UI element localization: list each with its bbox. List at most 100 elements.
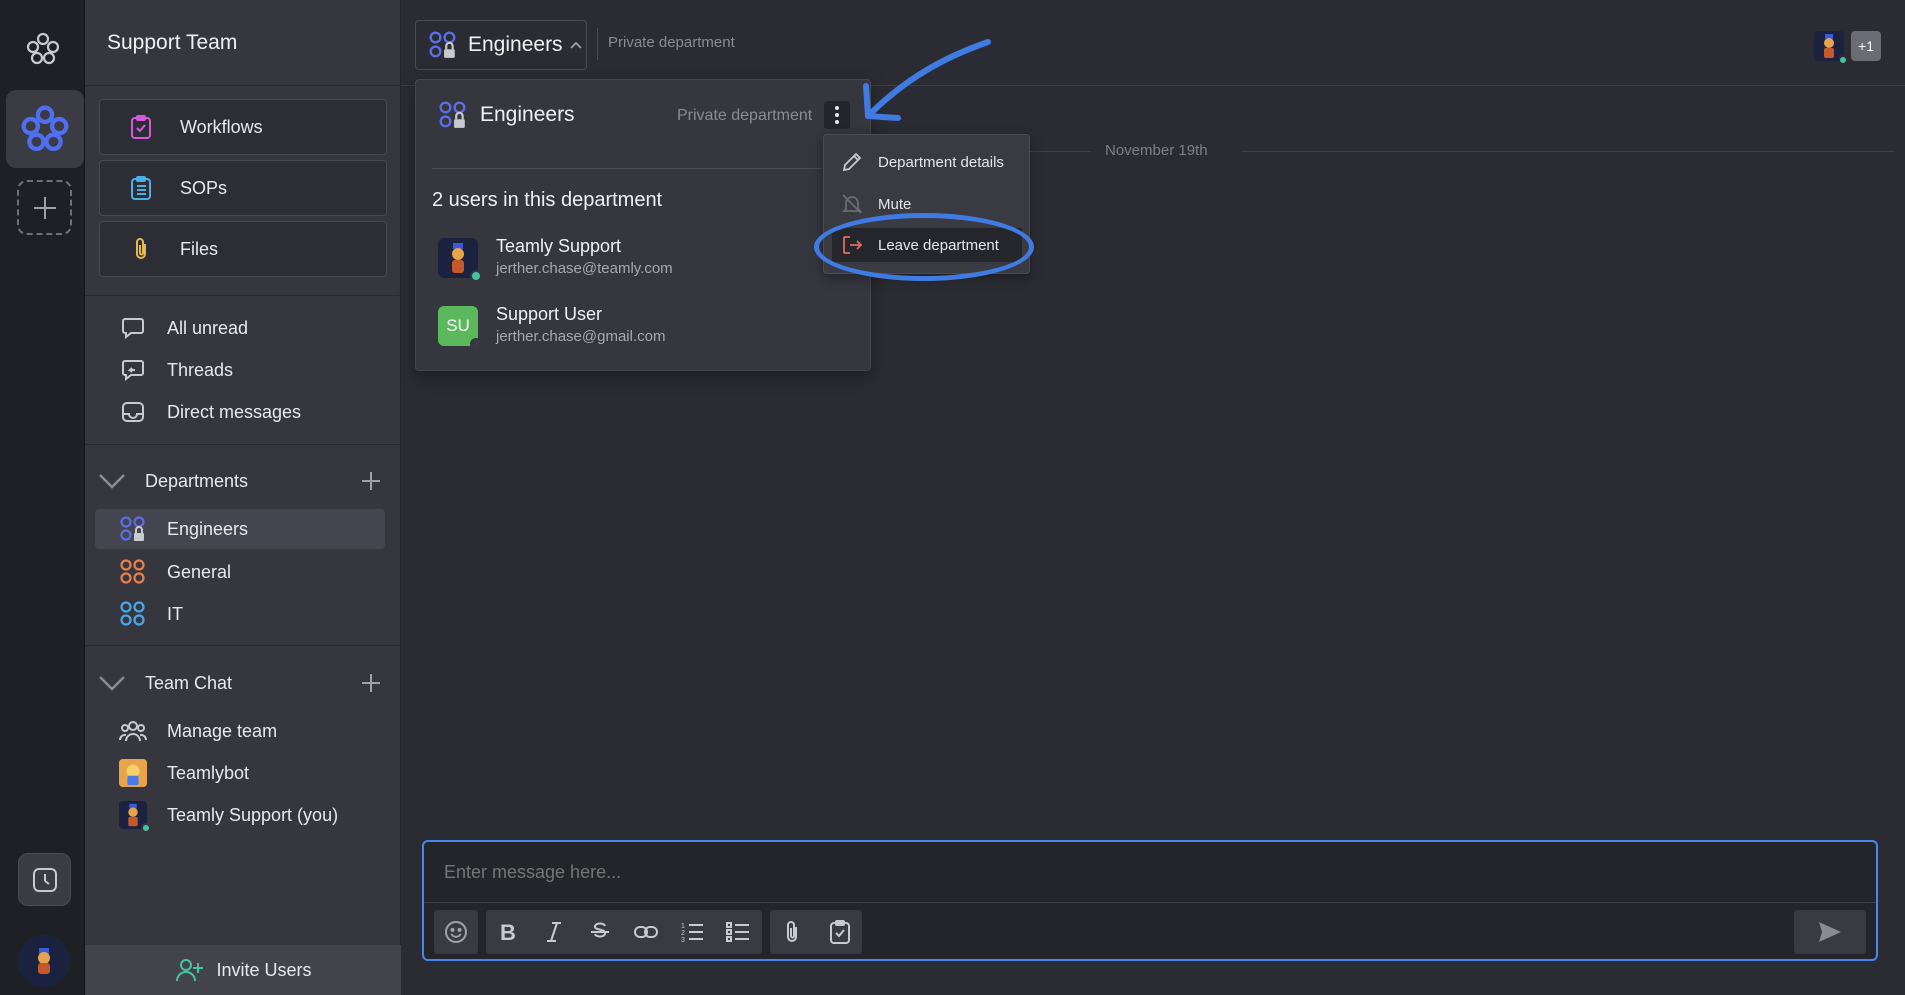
add-department-icon[interactable] xyxy=(359,469,383,493)
ordered-list-button[interactable]: 123 xyxy=(670,910,714,954)
department-info-popup: Engineers Private department 2 users in … xyxy=(415,79,871,371)
link-button[interactable] xyxy=(624,910,668,954)
strikethrough-button[interactable] xyxy=(578,910,622,954)
svg-text:2: 2 xyxy=(681,930,685,937)
team-chat-section-header[interactable]: Team Chat xyxy=(97,663,387,703)
nav-all-unread[interactable]: All unread xyxy=(95,308,385,348)
departments-title: Departments xyxy=(145,470,249,491)
nav-teamly-support-you[interactable]: Teamly Support (you) xyxy=(95,795,385,835)
user-avatar[interactable] xyxy=(18,935,70,987)
files-label: Files xyxy=(180,238,219,259)
strikethrough-icon xyxy=(591,922,609,938)
online-status-dot xyxy=(470,270,482,282)
chevron-up-icon xyxy=(569,41,582,49)
chevron-down-icon[interactable] xyxy=(97,466,127,496)
member-email: jerther.chase@gmail.com xyxy=(496,328,666,345)
bold-button[interactable]: B xyxy=(486,910,530,954)
teamly-logo-icon[interactable] xyxy=(24,30,62,68)
chat-bubble-icon xyxy=(119,314,147,342)
date-divider-line xyxy=(1241,151,1895,152)
nav-direct-messages[interactable]: Direct messages xyxy=(95,392,385,432)
annotation-arrow-icon xyxy=(863,39,991,121)
paperclip-icon xyxy=(787,921,797,942)
message-composer: B 123 xyxy=(422,840,1878,961)
nav-threads[interactable]: Threads xyxy=(95,350,385,390)
member-count: 2 users in this department xyxy=(432,189,663,211)
department-lock-icon xyxy=(429,31,456,58)
nav-teamlybot-label: Teamlybot xyxy=(167,762,250,783)
svg-text:3: 3 xyxy=(681,937,685,943)
team-icon xyxy=(119,717,147,745)
more-options-icon[interactable] xyxy=(824,101,850,129)
add-workspace-button[interactable] xyxy=(17,180,72,235)
svg-text:B: B xyxy=(500,921,516,943)
threads-icon xyxy=(119,356,147,384)
workspace-title[interactable]: Support Team xyxy=(85,0,400,86)
invite-users-label: Invite Users xyxy=(216,959,312,980)
inbox-icon xyxy=(119,398,147,426)
highlight-circle xyxy=(814,213,1034,281)
workflows-button[interactable]: Workflows xyxy=(99,99,387,155)
departments-section-header[interactable]: Departments xyxy=(97,461,387,501)
department-general-label: General xyxy=(167,561,232,582)
member-row[interactable]: Teamly Support jerther.chase@teamly.com xyxy=(438,234,838,284)
team-chat-title: Team Chat xyxy=(145,672,233,693)
italic-icon xyxy=(547,922,561,942)
clipboard-check-icon xyxy=(126,112,156,142)
message-input[interactable] xyxy=(444,862,1844,883)
bold-icon: B xyxy=(500,921,516,943)
emoji-button[interactable] xyxy=(434,910,478,954)
date-divider-label: November 19th xyxy=(1105,142,1208,159)
member-email: jerther.chase@teamly.com xyxy=(496,260,673,277)
format-toolbar-group: B 123 xyxy=(486,910,762,954)
sops-button[interactable]: SOPs xyxy=(99,160,387,216)
member-row[interactable]: SU Support User jerther.chase@gmail.com xyxy=(438,302,838,352)
department-item-general[interactable]: General xyxy=(95,552,385,592)
department-details-label: Department details xyxy=(878,153,1004,171)
bell-off-icon xyxy=(841,194,863,214)
link-icon xyxy=(634,926,658,938)
department-item-engineers[interactable]: Engineers xyxy=(95,509,385,549)
send-icon xyxy=(1819,922,1841,942)
online-status-dot xyxy=(1838,55,1848,65)
pencil-icon xyxy=(842,152,862,172)
add-chat-icon[interactable] xyxy=(359,671,383,695)
clock-icon[interactable] xyxy=(18,853,71,906)
popup-title: Engineers xyxy=(480,103,575,126)
department-details-item[interactable]: Department details xyxy=(840,145,1020,179)
department-it-label: IT xyxy=(167,603,183,624)
department-lock-icon xyxy=(439,101,466,128)
smiley-icon xyxy=(445,921,467,943)
chevron-down-icon[interactable] xyxy=(97,668,127,698)
workspace-support-team-icon[interactable] xyxy=(6,90,84,168)
divider xyxy=(432,168,856,169)
attach-workflow-button[interactable] xyxy=(818,910,862,954)
extra-members-badge[interactable]: +1 xyxy=(1851,31,1881,61)
sidebar: Support Team Workflows SOPs Files All un… xyxy=(85,0,401,995)
nav-all-unread-label: All unread xyxy=(167,317,249,338)
italic-button[interactable] xyxy=(532,910,576,954)
svg-text:1: 1 xyxy=(681,923,685,930)
department-item-it[interactable]: IT xyxy=(95,594,385,634)
files-button[interactable]: Files xyxy=(99,221,387,277)
department-engineers-label: Engineers xyxy=(167,518,249,539)
department-selector[interactable]: Engineers xyxy=(415,20,587,70)
popup-visibility: Private department xyxy=(677,107,813,124)
bullet-list-button[interactable] xyxy=(716,910,760,954)
bullet-list-icon xyxy=(726,922,749,942)
department-lock-icon xyxy=(119,515,147,543)
emoji-toolbar-group xyxy=(434,910,478,954)
ordered-list-icon: 123 xyxy=(681,923,703,943)
popup-header: Engineers xyxy=(438,100,575,130)
nav-manage-team[interactable]: Manage team xyxy=(95,711,385,751)
attach-file-button[interactable] xyxy=(770,910,814,954)
send-button[interactable] xyxy=(1794,910,1866,954)
department-icon xyxy=(119,558,147,586)
attach-toolbar-group xyxy=(770,910,862,954)
nav-teamly-support-label: Teamly Support (you) xyxy=(167,804,339,825)
nav-threads-label: Threads xyxy=(167,359,234,380)
invite-users-button[interactable]: Invite Users xyxy=(85,945,401,995)
nav-teamlybot[interactable]: Teamlybot xyxy=(95,753,385,793)
teamly-support-avatar xyxy=(119,801,151,833)
workflows-label: Workflows xyxy=(180,116,263,137)
